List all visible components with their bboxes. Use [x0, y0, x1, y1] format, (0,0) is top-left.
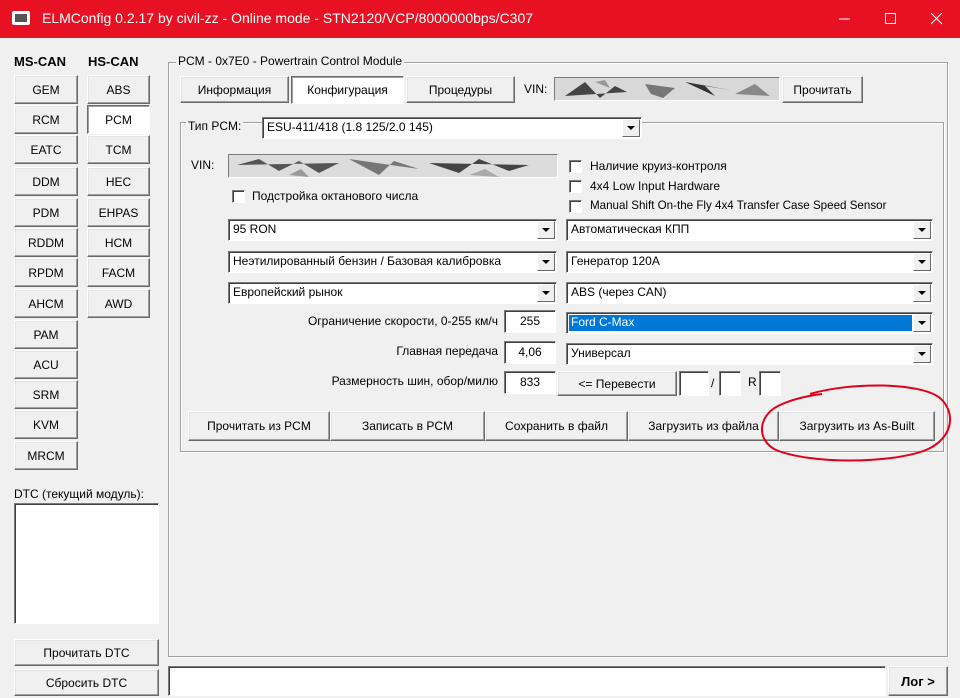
hs-module-button-pcm[interactable]: PCM — [87, 105, 150, 134]
body-select-value: Универсал — [571, 346, 631, 360]
vin-label-top: VIN: — [524, 82, 548, 96]
octane-checkbox[interactable] — [232, 190, 245, 203]
ms-module-button-pdm[interactable]: PDM — [14, 198, 78, 227]
pcm-type-select[interactable]: ESU-411/418 (1.8 125/2.0 145) — [262, 117, 642, 139]
hs-module-button-hec[interactable]: HEC — [87, 167, 150, 196]
ms-module-button-acu[interactable]: ACU — [14, 350, 78, 379]
chevron-down-icon — [913, 253, 931, 271]
pcm-type-label: Тип PCM: — [186, 119, 244, 133]
minimize-button[interactable] — [822, 0, 868, 38]
octane-select-value: 95 RON — [233, 222, 277, 236]
ms-module-button-ddm[interactable]: DDM — [14, 167, 78, 196]
chevron-down-icon — [622, 119, 640, 137]
tire-size-input[interactable]: 833 — [504, 371, 556, 394]
tire-size-label: Размерность шин, обор/милю — [331, 374, 498, 388]
ms-module-button-srm[interactable]: SRM — [14, 380, 78, 409]
window-title: ELMConfig 0.2.17 by civil-zz - Online mo… — [42, 10, 534, 26]
ms-module-button-rcm[interactable]: RCM — [14, 105, 78, 134]
annotation-circle — [761, 384, 951, 462]
title-bar[interactable]: ELMConfig 0.2.17 by civil-zz - Online mo… — [0, 0, 960, 38]
tire-profile-input[interactable] — [719, 371, 741, 396]
read-from-pcm-button[interactable]: Прочитать из PCM — [188, 411, 330, 441]
chevron-down-icon — [913, 345, 931, 363]
vin-field[interactable] — [228, 154, 558, 178]
close-icon — [931, 13, 943, 25]
convert-button[interactable]: <= Перевести — [557, 371, 677, 396]
speed-limit-label: Ограничение скорости, 0-255 км/ч — [307, 314, 498, 328]
minimize-icon — [839, 18, 850, 20]
chevron-down-icon — [913, 284, 931, 302]
reset-dtc-button[interactable]: Сбросить DTC — [14, 669, 159, 696]
ms-module-button-ahcm[interactable]: AHCM — [14, 289, 78, 318]
speed-limit-input[interactable]: 255 — [504, 310, 556, 333]
dtc-list[interactable] — [14, 503, 159, 624]
market-select-value: Европейский рынок — [233, 285, 343, 299]
log-line[interactable] — [168, 666, 886, 696]
cruise-label: Наличие круиз-контроля — [590, 159, 727, 173]
chevron-down-icon — [537, 284, 555, 302]
pcm-type-value: ESU-411/418 (1.8 125/2.0 145) — [267, 120, 433, 134]
maximize-icon — [885, 13, 896, 24]
manual-shift-checkbox[interactable] — [569, 200, 582, 213]
transmission-select[interactable]: Автоматическая КПП — [566, 219, 933, 241]
hs-module-button-awd[interactable]: AWD — [87, 289, 150, 318]
manual-shift-label: Manual Shift On-the Fly 4x4 Transfer Cas… — [590, 199, 887, 212]
ms-module-button-pam[interactable]: PAM — [14, 320, 78, 349]
vin-redaction-top — [555, 78, 779, 100]
hs-module-button-hcm[interactable]: HCM — [87, 228, 150, 257]
model-select[interactable]: Ford C-Max — [566, 312, 933, 334]
vin-redaction — [229, 155, 557, 177]
chevron-down-icon — [537, 221, 555, 239]
save-to-file-button[interactable]: Сохранить в файл — [485, 411, 628, 441]
ms-module-button-gem[interactable]: GEM — [14, 75, 78, 104]
ms-module-button-rpdm[interactable]: RPDM — [14, 258, 78, 287]
read-dtc-button[interactable]: Прочитать DTC — [14, 639, 159, 666]
read-vin-button[interactable]: Прочитать — [782, 76, 863, 103]
pcm-group-title: PCM - 0x7E0 - Powertrain Control Module — [176, 54, 405, 68]
transmission-select-value: Автоматическая КПП — [571, 222, 690, 236]
vin-field-top[interactable] — [554, 77, 780, 101]
generator-select[interactable]: Генератор 120A — [566, 251, 933, 273]
chevron-down-icon — [913, 221, 931, 239]
ms-module-button-kvm[interactable]: KVM — [14, 410, 78, 439]
hs-module-button-ehpas[interactable]: EHPAS — [87, 198, 150, 227]
tab-info[interactable]: Информация — [180, 76, 289, 103]
tire-width-input[interactable] — [679, 371, 709, 396]
hs-module-button-facm[interactable]: FACM — [87, 258, 150, 287]
generator-select-value: Генератор 120A — [571, 254, 660, 268]
chevron-down-icon — [537, 253, 555, 271]
ms-module-button-mrcm[interactable]: MRCM — [14, 441, 78, 470]
vin-label: VIN: — [191, 158, 215, 172]
main-gear-label: Главная передача — [396, 344, 498, 358]
fuel-select[interactable]: Неэтилированный бензин / Базовая калибро… — [228, 251, 557, 273]
market-select[interactable]: Европейский рынок — [228, 282, 557, 304]
body-select[interactable]: Универсал — [566, 343, 933, 365]
abs-select[interactable]: ABS (через CAN) — [566, 282, 933, 304]
4x4-low-checkbox[interactable] — [569, 180, 582, 193]
model-select-value: Ford C-Max — [569, 315, 912, 331]
maximize-button[interactable] — [868, 0, 914, 38]
fuel-select-value: Неэтилированный бензин / Базовая калибро… — [233, 254, 502, 268]
app-icon — [12, 11, 30, 25]
octane-select[interactable]: 95 RON — [228, 219, 557, 241]
write-to-pcm-button[interactable]: Записать в PCM — [330, 411, 485, 441]
tab-configuration[interactable]: Конфигурация — [291, 76, 404, 104]
tab-procedures[interactable]: Процедуры — [406, 76, 515, 103]
chevron-down-icon — [913, 314, 931, 332]
dtc-label: DTC (текущий модуль): — [14, 487, 145, 501]
hs-module-button-abs[interactable]: ABS — [87, 75, 150, 104]
4x4-low-label: 4x4 Low Input Hardware — [590, 179, 721, 193]
ms-module-button-eatc[interactable]: EATC — [14, 135, 78, 164]
abs-select-value: ABS (через CAN) — [571, 285, 667, 299]
ms-module-button-rddm[interactable]: RDDM — [14, 228, 78, 257]
octane-label: Подстройка октанового числа — [252, 189, 419, 203]
main-gear-input[interactable]: 4,06 — [504, 341, 556, 364]
log-button[interactable]: Лог > — [888, 666, 948, 696]
close-button[interactable] — [914, 0, 960, 38]
hs-module-button-tcm[interactable]: TCM — [87, 135, 150, 164]
cruise-checkbox[interactable] — [569, 160, 582, 173]
slash-label: / — [711, 376, 715, 390]
ms-can-header: MS-CAN — [14, 54, 66, 69]
hs-can-header: HS-CAN — [88, 54, 139, 69]
